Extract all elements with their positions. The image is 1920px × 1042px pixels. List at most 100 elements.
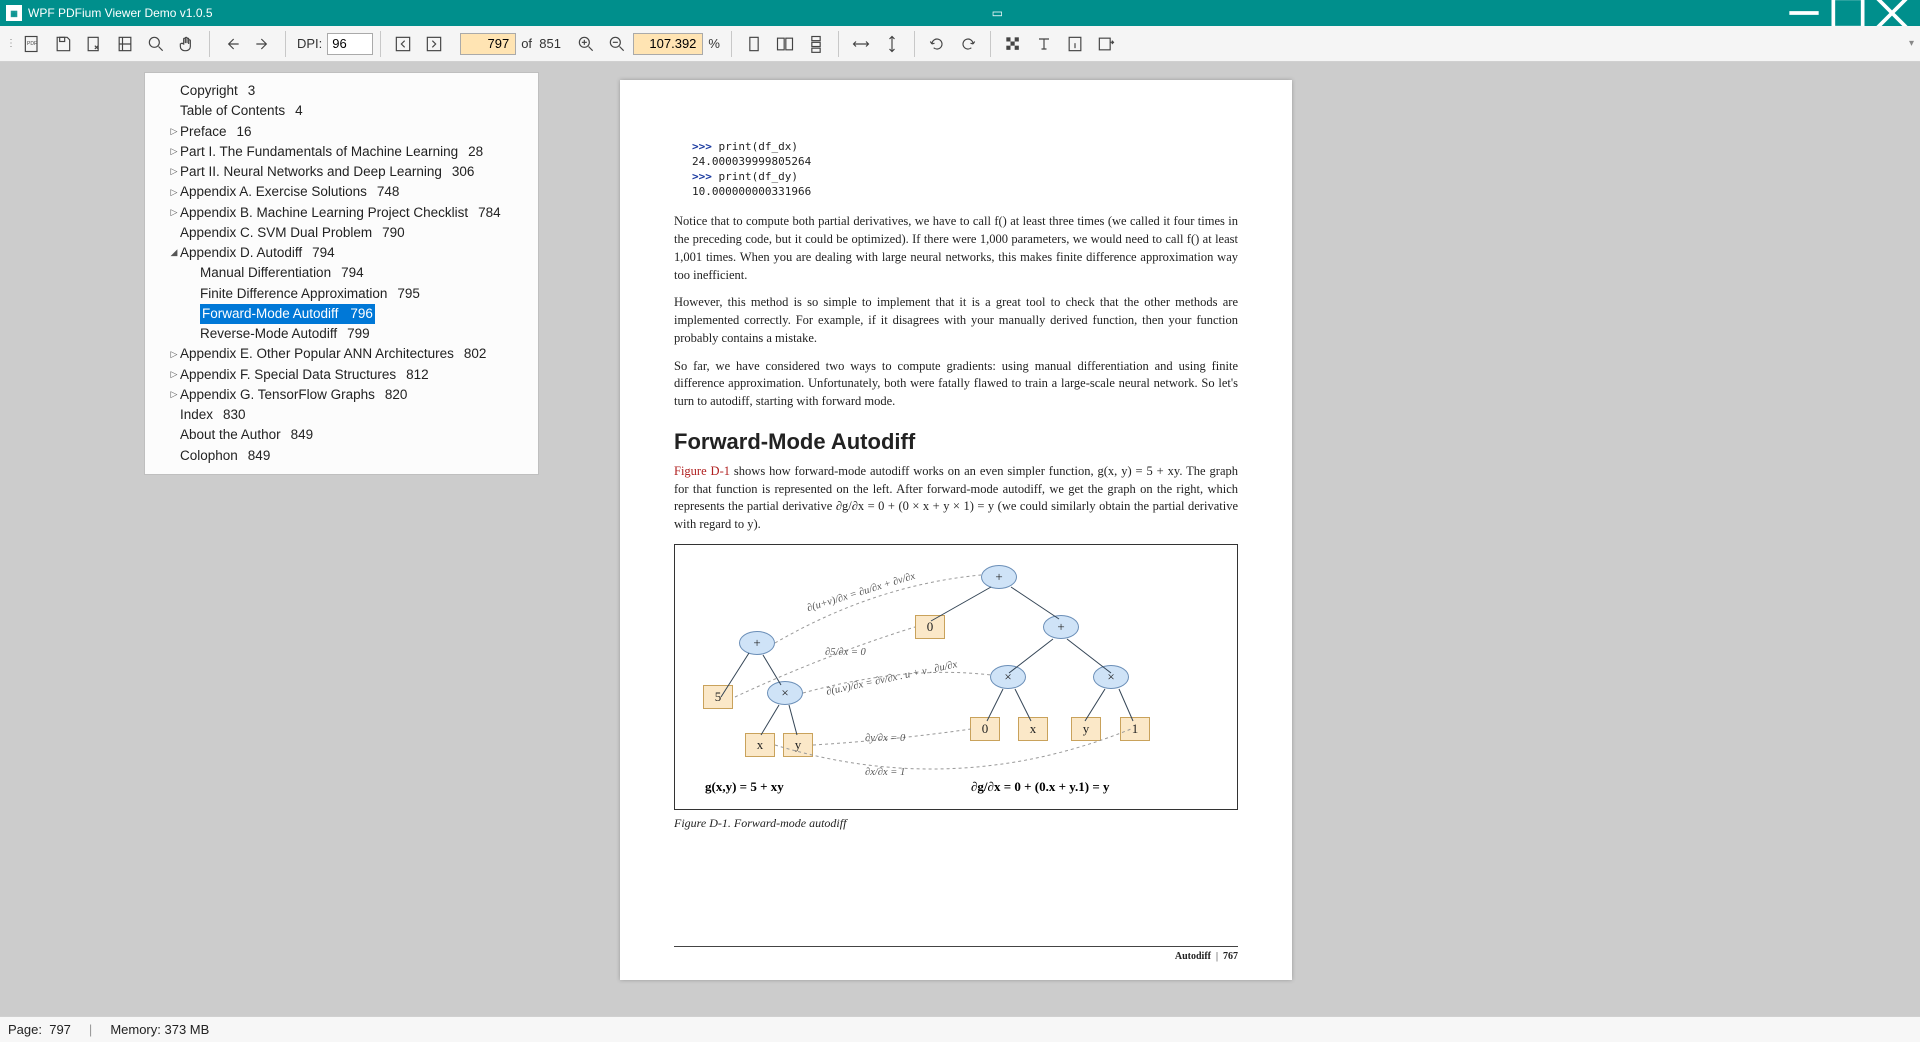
outline-label: Appendix G. TensorFlow Graphs <box>180 385 385 405</box>
outline-page: 796 <box>350 304 375 324</box>
outline-page: 802 <box>464 344 487 364</box>
maximize-button[interactable] <box>1826 0 1870 26</box>
nav-forward-button[interactable] <box>248 29 278 59</box>
minimize-button[interactable] <box>1782 0 1826 26</box>
checkerboard-button[interactable] <box>998 29 1028 59</box>
graph-leaf-y: y <box>783 733 813 757</box>
status-page: Page: 797 <box>8 1022 71 1037</box>
figure-formula-right: ∂g/∂x = 0 + (0.x + y.1) = y <box>971 779 1110 795</box>
continuous-pages-button[interactable] <box>801 29 831 59</box>
graph-leaf-0: 0 <box>970 717 1000 741</box>
figure-reference: Figure D-1 <box>674 464 730 478</box>
outline-label: Appendix A. Exercise Solutions <box>180 182 377 202</box>
outline-item[interactable]: Manual Differentiation794 <box>153 263 524 283</box>
toolbar-grip-icon: ⋮ <box>6 38 16 49</box>
statusbar: Page: 797 | Memory: 373 MB <box>0 1016 1920 1042</box>
outline-page: 306 <box>452 162 475 182</box>
zoom-input[interactable] <box>633 33 703 55</box>
single-page-button[interactable] <box>739 29 769 59</box>
outline-item[interactable]: ▷Appendix B. Machine Learning Project Ch… <box>153 203 524 223</box>
graph-node-times: × <box>767 681 803 705</box>
figure-annotation: ∂5/∂x = 0 <box>825 647 866 658</box>
outline-page: 812 <box>406 365 429 385</box>
outline-item[interactable]: Copyright3 <box>153 81 524 101</box>
outline-label: Manual Differentiation <box>200 263 341 283</box>
nav-back-button[interactable] <box>217 29 247 59</box>
text-select-button[interactable] <box>1029 29 1059 59</box>
expand-icon: ▷ <box>169 125 179 139</box>
outline-item[interactable]: ▷Part I. The Fundamentals of Machine Lea… <box>153 142 524 162</box>
dpi-input[interactable] <box>327 33 373 55</box>
prev-page-button[interactable] <box>388 29 418 59</box>
fit-height-button[interactable] <box>877 29 907 59</box>
outline-label: Copyright <box>180 81 248 101</box>
outline-item[interactable]: Table of Contents4 <box>153 101 524 121</box>
expand-icon: ▷ <box>169 388 179 402</box>
outline-page: 799 <box>347 324 370 344</box>
outline-page: 849 <box>248 446 271 466</box>
status-separator: | <box>89 1022 92 1037</box>
paragraph: So far, we have considered two ways to c… <box>674 358 1238 411</box>
outline-item[interactable]: Index830 <box>153 405 524 425</box>
outline-item[interactable]: ▷Appendix G. TensorFlow Graphs820 <box>153 385 524 405</box>
rotate-ccw-button[interactable] <box>922 29 952 59</box>
zoom-tool-button[interactable] <box>141 29 171 59</box>
save-button[interactable] <box>48 29 78 59</box>
figure-formula-left: g(x,y) = 5 + xy <box>705 779 784 795</box>
toolbar-overflow-icon[interactable]: ▾ <box>1909 38 1914 49</box>
outline-label: Appendix D. Autodiff <box>180 243 312 263</box>
save-as-button[interactable] <box>79 29 109 59</box>
outline-label: Reverse-Mode Autodiff <box>200 324 347 344</box>
graph-node-plus: + <box>739 631 775 655</box>
outline-item[interactable]: ▷Preface16 <box>153 122 524 142</box>
outline-item[interactable]: Reverse-Mode Autodiff799 <box>153 324 524 344</box>
window-title: WPF PDFium Viewer Demo v1.0.5 <box>28 6 213 20</box>
expand-icon: ▷ <box>169 145 179 159</box>
open-pdf-button[interactable]: PDF <box>17 29 47 59</box>
graph-node-plus: + <box>1043 615 1079 639</box>
outline-item[interactable]: ◢Appendix D. Autodiff794 <box>153 243 524 263</box>
outline-item[interactable]: ▷Appendix F. Special Data Structures812 <box>153 365 524 385</box>
outline-label: Appendix C. SVM Dual Problem <box>180 223 382 243</box>
expand-icon: ▷ <box>169 165 179 179</box>
graph-leaf-0: 0 <box>915 615 945 639</box>
outline-item[interactable]: ▷Part II. Neural Networks and Deep Learn… <box>153 162 524 182</box>
fit-width-button[interactable] <box>846 29 876 59</box>
paragraph: However, this method is so simple to imp… <box>674 294 1238 347</box>
info-button[interactable] <box>1060 29 1090 59</box>
next-page-button[interactable] <box>419 29 449 59</box>
outline-page: 794 <box>312 243 335 263</box>
expand-icon: ▷ <box>169 368 179 382</box>
outline-item[interactable]: Forward-Mode Autodiff796 <box>153 304 524 324</box>
outline-label: Part I. The Fundamentals of Machine Lear… <box>180 142 468 162</box>
outline-item[interactable]: ▷Appendix E. Other Popular ANN Architect… <box>153 344 524 364</box>
outline-item[interactable]: Colophon849 <box>153 446 524 466</box>
code-block: >>> print(df_dx)24.000039999805264>>> pr… <box>692 140 1238 199</box>
outline-label: Appendix F. Special Data Structures <box>180 365 406 385</box>
outline-page: 790 <box>382 223 405 243</box>
outline-label: Part II. Neural Networks and Deep Learni… <box>180 162 452 182</box>
outline-item[interactable]: About the Author849 <box>153 425 524 445</box>
rotate-cw-button[interactable] <box>953 29 983 59</box>
export-button[interactable] <box>1091 29 1121 59</box>
outline-item[interactable]: ▷Appendix A. Exercise Solutions748 <box>153 182 524 202</box>
close-button[interactable] <box>1870 0 1914 26</box>
page-number-input[interactable] <box>460 33 516 55</box>
outline-item[interactable]: Appendix C. SVM Dual Problem790 <box>153 223 524 243</box>
outline-label: Appendix B. Machine Learning Project Che… <box>180 203 478 223</box>
expand-icon: ◢ <box>169 246 179 260</box>
figure-caption: Figure D-1. Forward-mode autodiff <box>674 816 1238 831</box>
facing-pages-button[interactable] <box>770 29 800 59</box>
graph-leaf-5: 5 <box>703 685 733 709</box>
hand-tool-button[interactable] <box>172 29 202 59</box>
outline-item[interactable]: Finite Difference Approximation795 <box>153 284 524 304</box>
outline-label: Forward-Mode Autodiff <box>200 304 350 324</box>
zoom-in-button[interactable] <box>571 29 601 59</box>
outline-page: 28 <box>468 142 483 162</box>
print-button[interactable] <box>110 29 140 59</box>
zoom-out-button[interactable] <box>602 29 632 59</box>
zoom-percent-label: % <box>704 36 724 51</box>
graph-node-times: × <box>1093 665 1129 689</box>
dpi-label: DPI: <box>293 36 326 51</box>
outline-page: 16 <box>237 122 252 142</box>
